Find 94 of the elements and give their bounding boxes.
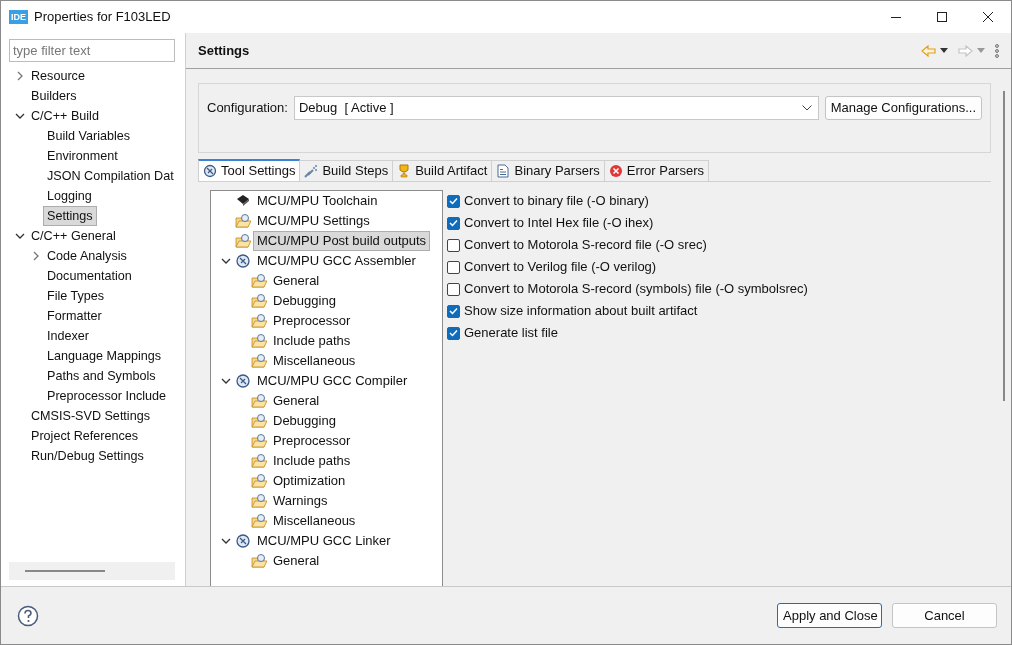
tab[interactable]: Build Steps: [300, 160, 394, 181]
tree-item[interactable]: File Types: [43, 286, 109, 306]
folder-gear-icon: [235, 213, 251, 229]
dropdown-caret-icon: [801, 105, 812, 111]
spray-icon: [304, 164, 319, 178]
folder-gear-icon: [251, 473, 267, 489]
checkbox[interactable]: [447, 282, 460, 296]
tree-item[interactable]: Project References: [27, 426, 143, 446]
tab[interactable]: Error Parsers: [604, 160, 709, 181]
tree-item[interactable]: Build Variables: [43, 126, 135, 146]
checkbox[interactable]: [447, 216, 460, 230]
checkbox[interactable]: [447, 326, 460, 340]
tree-item[interactable]: C/C++ Build: [27, 106, 103, 126]
folder-gear-icon: [235, 233, 251, 249]
checkbox-label: Generate list file: [464, 324, 558, 343]
help-icon[interactable]: [17, 604, 39, 627]
tree-item[interactable]: Miscellaneous: [269, 351, 360, 371]
configuration-dropdown[interactable]: Debug [ Active ]: [293, 96, 819, 120]
tab[interactable]: Tool Settings: [198, 159, 301, 181]
checkbox[interactable]: [447, 260, 460, 274]
folder-gear-icon: [251, 353, 267, 369]
folder-gear-icon: [251, 393, 267, 409]
tree-item[interactable]: Include paths: [269, 451, 355, 471]
checkbox-label: Convert to Motorola S-record file (-O srec): [464, 236, 707, 255]
binary-document-icon: [496, 164, 511, 178]
tree-item[interactable]: Paths and Symbols: [43, 366, 160, 386]
tree-item[interactable]: Formatter: [43, 306, 106, 326]
checkbox[interactable]: [447, 304, 460, 318]
checkbox-label: Convert to Intel Hex file (-O ihex): [464, 214, 654, 233]
folder-gear-icon: [251, 513, 267, 529]
tree-item[interactable]: Optimization: [269, 471, 350, 491]
tree-item[interactable]: Code Analysis: [43, 246, 131, 266]
checkbox[interactable]: [447, 238, 460, 252]
checkbox-label: Convert to binary file (-O binary): [464, 192, 649, 211]
error-icon: [608, 164, 623, 178]
tree-item[interactable]: MCU/MPU GCC Assembler: [253, 251, 420, 271]
tree-item[interactable]: Include paths: [269, 331, 355, 351]
tree-item[interactable]: Preprocessor: [269, 431, 355, 451]
tree-item[interactable]: Miscellaneous: [269, 511, 360, 531]
tree-item[interactable]: Indexer: [43, 326, 93, 346]
folder-gear-icon: [251, 433, 267, 449]
horizontal-scrollbar[interactable]: [9, 562, 175, 580]
tree-item[interactable]: CMSIS-SVD Settings: [27, 406, 154, 426]
window-title: Properties for F103LED: [34, 8, 172, 27]
tree-item[interactable]: MCU/MPU Toolchain: [253, 191, 382, 211]
folder-gear-icon: [251, 313, 267, 329]
folder-gear-icon: [251, 553, 267, 569]
tree-item[interactable]: Debugging: [269, 411, 340, 431]
folder-gear-icon: [251, 273, 267, 289]
folder-gear-icon: [251, 333, 267, 349]
tab[interactable]: Build Artifact: [393, 160, 493, 181]
tree-item[interactable]: General: [269, 551, 324, 571]
app-logo: IDE: [9, 10, 28, 24]
checkbox-label: Show size information about built artifact: [464, 302, 698, 321]
tree-item[interactable]: JSON Compilation Dat: [43, 166, 178, 186]
tree-item[interactable]: MCU/MPU GCC Linker: [253, 531, 395, 551]
filter-field[interactable]: type filter text: [9, 39, 175, 62]
checkbox[interactable]: [447, 194, 460, 208]
folder-gear-icon: [251, 493, 267, 509]
folder-gear-icon: [251, 413, 267, 429]
tree-item[interactable]: Warnings: [269, 491, 332, 511]
tree-item[interactable]: Preprocessor: [269, 311, 355, 331]
tree-item[interactable]: Settings: [43, 206, 97, 226]
tree-item[interactable]: Builders: [27, 86, 81, 106]
tab[interactable]: Binary Parsers: [492, 160, 605, 181]
tree-item[interactable]: MCU/MPU GCC Compiler: [253, 371, 412, 391]
close-icon[interactable]: [982, 12, 994, 22]
page-title: Settings: [198, 41, 251, 60]
tree-item[interactable]: General: [269, 271, 324, 291]
checkbox-label: Convert to Motorola S-record (symbols) file (-O symbolsrec): [464, 280, 808, 299]
tree-item[interactable]: Run/Debug Settings: [27, 446, 148, 466]
checkbox-label: Convert to Verilog file (-O verilog): [464, 258, 657, 277]
tree-item[interactable]: Logging: [43, 186, 96, 206]
dialog-button[interactable]: Apply and Close: [777, 603, 882, 628]
tree-item[interactable]: C/C++ General: [27, 226, 120, 246]
tree-item[interactable]: General: [269, 391, 324, 411]
tree-item[interactable]: Language Mappings: [43, 346, 166, 366]
manage-configurations-button[interactable]: Manage Configurations...: [824, 96, 982, 120]
tree-item[interactable]: Debugging: [269, 291, 340, 311]
tree-item[interactable]: Environment: [43, 146, 122, 166]
folder-gear-icon: [251, 453, 267, 469]
more-options-icon[interactable]: [995, 43, 999, 58]
tree-item[interactable]: Resource: [27, 66, 89, 86]
tree-item[interactable]: Preprocessor Include: [43, 386, 170, 406]
tree-item[interactable]: MCU/MPU Post build outputs: [253, 231, 431, 251]
maximize-icon[interactable]: [936, 12, 948, 22]
dropdown-caret-icon[interactable]: [940, 48, 948, 53]
dialog-button[interactable]: Cancel: [892, 603, 997, 628]
folder-gear-icon: [251, 293, 267, 309]
tree-item[interactable]: MCU/MPU Settings: [253, 211, 374, 231]
field-label: Configuration:: [207, 99, 288, 117]
trophy-icon: [397, 164, 412, 178]
chip-icon: [235, 193, 251, 209]
tree-item[interactable]: Documentation: [43, 266, 136, 286]
